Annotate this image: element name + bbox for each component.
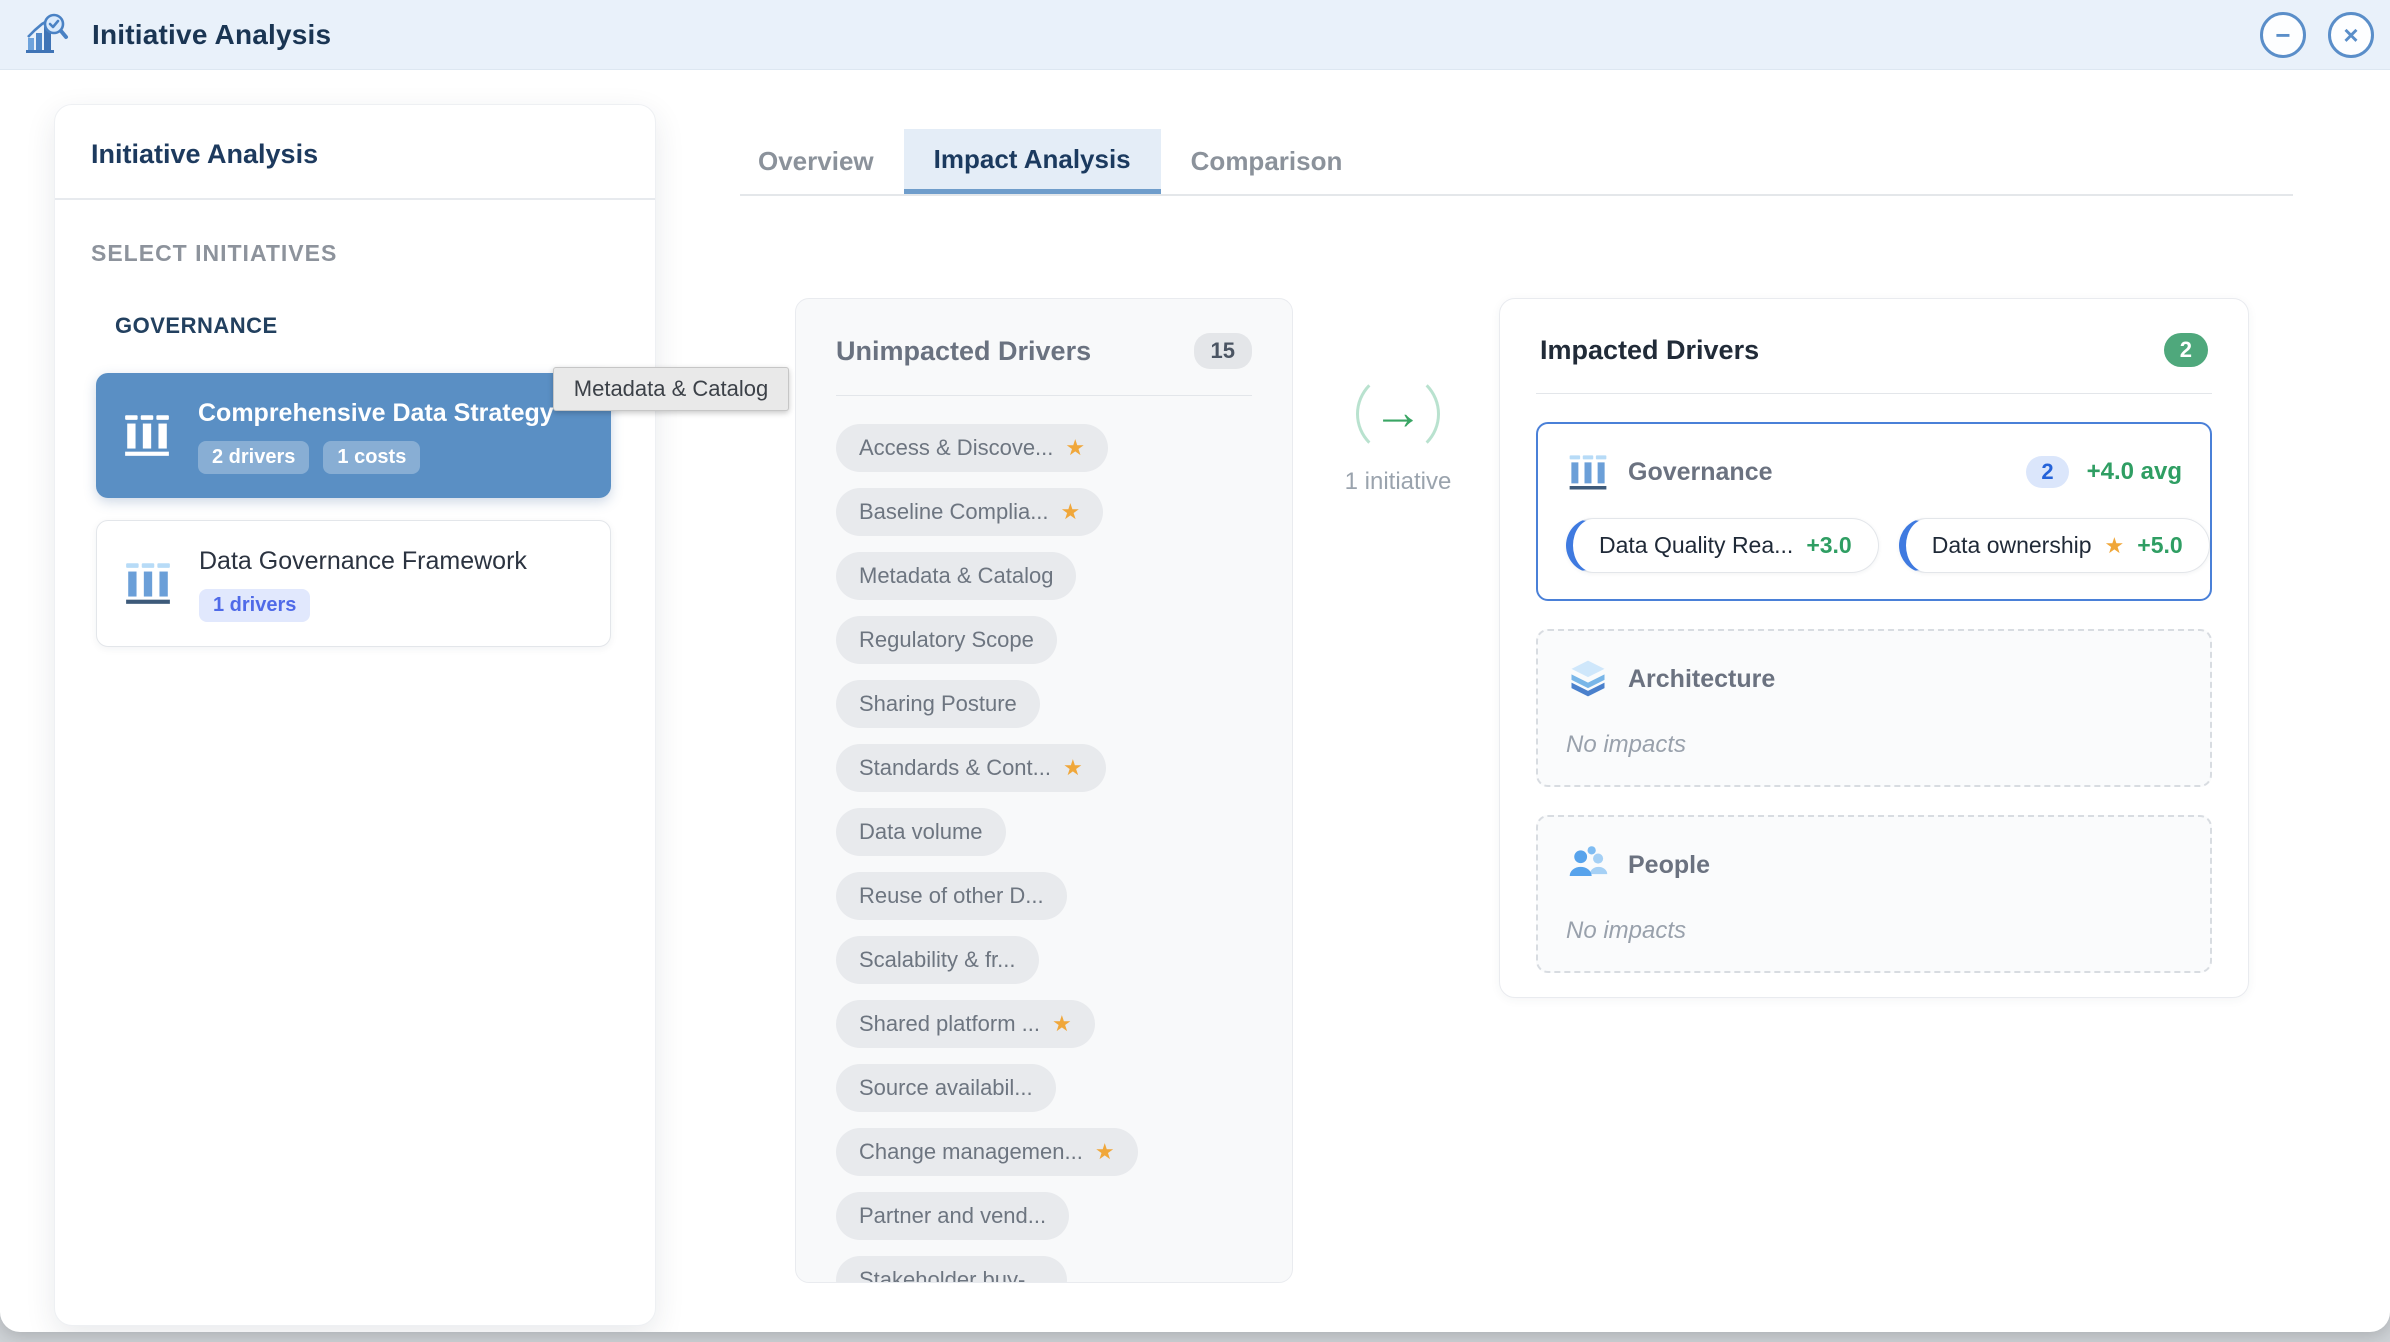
star-icon: ★ [1065, 435, 1086, 460]
initiative-card-body: Data Governance Framework 1 drivers [199, 545, 527, 622]
impact-group-governance: Governance 2 +4.0 avg Data Quality Rea..… [1536, 422, 2212, 601]
tab-overview[interactable]: Overview [728, 129, 904, 194]
driver-pill[interactable]: Stakeholder buy-... [836, 1256, 1067, 1282]
drivers-count-badge: 2 drivers [198, 440, 310, 474]
driver-pill[interactable]: Partner and vend... [836, 1192, 1070, 1240]
group-name: Governance [1628, 457, 1773, 486]
people-icon [1566, 843, 1610, 887]
driver-pill[interactable]: Access & Discove... ★ [836, 424, 1109, 472]
impacted-panel-header: Impacted Drivers 2 [1500, 299, 2248, 367]
star-icon: ★ [1060, 499, 1081, 524]
initiative-card-comprehensive-data-strategy[interactable]: Comprehensive Data Strategy 2 drivers 1 … [96, 373, 611, 498]
impact-pill[interactable]: Data Quality Rea... +3.0 [1566, 518, 1879, 573]
driver-pill[interactable]: Regulatory Scope [836, 616, 1057, 664]
initiative-badges: 1 drivers [199, 588, 527, 622]
chart-magnifier-icon [22, 11, 70, 59]
driver-pill[interactable]: Source availabil... [836, 1064, 1056, 1112]
costs-count-badge: 1 costs [323, 440, 421, 474]
group-count-badge: 2 [2026, 456, 2069, 488]
driver-pill[interactable]: Scalability & fr... [836, 936, 1039, 984]
window-controls: − × [2260, 11, 2374, 58]
close-button[interactable]: × [2328, 11, 2374, 58]
initiative-sidebar: Initiative Analysis SELECT INITIATIVES G… [54, 104, 656, 1326]
tab-bar: Overview Impact Analysis Comparison [728, 129, 1372, 194]
flow-circle: → [1356, 372, 1440, 456]
window-titlebar: Initiative Analysis − × [0, 0, 2390, 70]
minimize-button[interactable]: − [2260, 11, 2306, 58]
group-name: Architecture [1628, 664, 1776, 693]
group-header: Governance 2 +4.0 avg [1566, 450, 2182, 494]
driver-pill[interactable]: Shared platform ... ★ [836, 1000, 1095, 1048]
group-header: Architecture [1566, 657, 2182, 701]
impact-value: +3.0 [1806, 532, 1852, 558]
select-initiatives-label: SELECT INITIATIVES [91, 240, 338, 266]
tab-impact-analysis[interactable]: Impact Analysis [903, 129, 1161, 194]
driver-pill[interactable]: Data volume [836, 808, 1006, 856]
driver-pill[interactable]: Standards & Cont... ★ [836, 744, 1106, 792]
initiative-name: Data Governance Framework [199, 546, 527, 575]
unimpacted-driver-list: Access & Discove... ★ Baseline Complia...… [836, 424, 1292, 1282]
sidebar-divider [55, 198, 655, 200]
impact-pill-list: Data Quality Rea... +3.0 Data ownership … [1566, 518, 2210, 573]
driver-pill[interactable]: Sharing Posture [836, 680, 1040, 728]
unimpacted-drivers-panel: Unimpacted Drivers 15 Access & Discove..… [795, 298, 1293, 1283]
close-icon: × [2343, 19, 2359, 50]
drivers-count-badge: 1 drivers [199, 588, 311, 622]
tab-comparison[interactable]: Comparison [1161, 129, 1373, 194]
pillars-icon [1566, 450, 1610, 494]
star-icon: ★ [1063, 755, 1083, 780]
unimpacted-title: Unimpacted Drivers [836, 335, 1092, 366]
panel-divider [1536, 393, 2212, 394]
arrow-right-icon: → [1373, 384, 1423, 440]
no-impacts-text: No impacts [1566, 731, 1687, 758]
impacted-drivers-panel: Impacted Drivers 2 Governance 2 +4.0 avg… [1499, 298, 2249, 998]
governance-group-label: GOVERNANCE [115, 313, 278, 338]
panel-divider [836, 395, 1252, 396]
group-average-score: +4.0 avg [2086, 458, 2182, 485]
driver-pill[interactable]: Change managemen... ★ [836, 1128, 1138, 1176]
no-impacts-text: No impacts [1566, 917, 1687, 944]
impact-value: +5.0 [2137, 532, 2183, 558]
tooltip: Metadata & Catalog [553, 367, 789, 411]
impact-group-people: People No impacts [1536, 815, 2212, 973]
initiative-analysis-window: Initiative Analysis − × Initiative Analy… [0, 0, 2390, 1332]
screen: Initiative Analysis − × Initiative Analy… [0, 0, 2390, 1342]
group-name: People [1628, 850, 1710, 879]
impact-pill[interactable]: Data ownership ★ +5.0 [1898, 518, 2210, 573]
driver-pill[interactable]: Metadata & Catalog [836, 552, 1077, 600]
initiative-card-data-governance-framework[interactable]: Data Governance Framework 1 drivers [96, 519, 611, 647]
star-icon: ★ [1051, 1011, 1072, 1036]
sidebar-title: Initiative Analysis [91, 139, 319, 169]
unimpacted-count-badge: 15 [1193, 333, 1252, 369]
group-meta: 2 +4.0 avg [2026, 456, 2182, 488]
star-icon: ★ [1094, 1139, 1115, 1164]
window-title: Initiative Analysis [92, 18, 332, 50]
driver-pill[interactable]: Baseline Complia... ★ [836, 488, 1104, 536]
impact-group-architecture: Architecture No impacts [1536, 629, 2212, 787]
flow-caption: 1 initiative [1344, 468, 1452, 495]
initiative-name: Comprehensive Data Strategy [198, 399, 554, 427]
impacted-title: Impacted Drivers [1540, 334, 1760, 365]
driver-pill[interactable]: Reuse of other D... [836, 872, 1067, 920]
minimize-icon: − [2275, 19, 2291, 50]
initiative-card-body: Comprehensive Data Strategy 2 drivers 1 … [198, 397, 554, 474]
unimpacted-panel-header: Unimpacted Drivers 15 [796, 299, 1292, 369]
tabs-divider [740, 194, 2293, 196]
pillars-icon [122, 411, 172, 459]
layers-icon [1566, 657, 1610, 701]
star-icon: ★ [2104, 532, 2125, 558]
flow-arrow-group: → 1 initiative [1316, 372, 1480, 496]
pillars-icon [123, 559, 173, 607]
initiative-badges: 2 drivers 1 costs [198, 440, 554, 474]
group-header: People [1566, 843, 2182, 887]
impacted-count-badge: 2 [2163, 333, 2208, 367]
